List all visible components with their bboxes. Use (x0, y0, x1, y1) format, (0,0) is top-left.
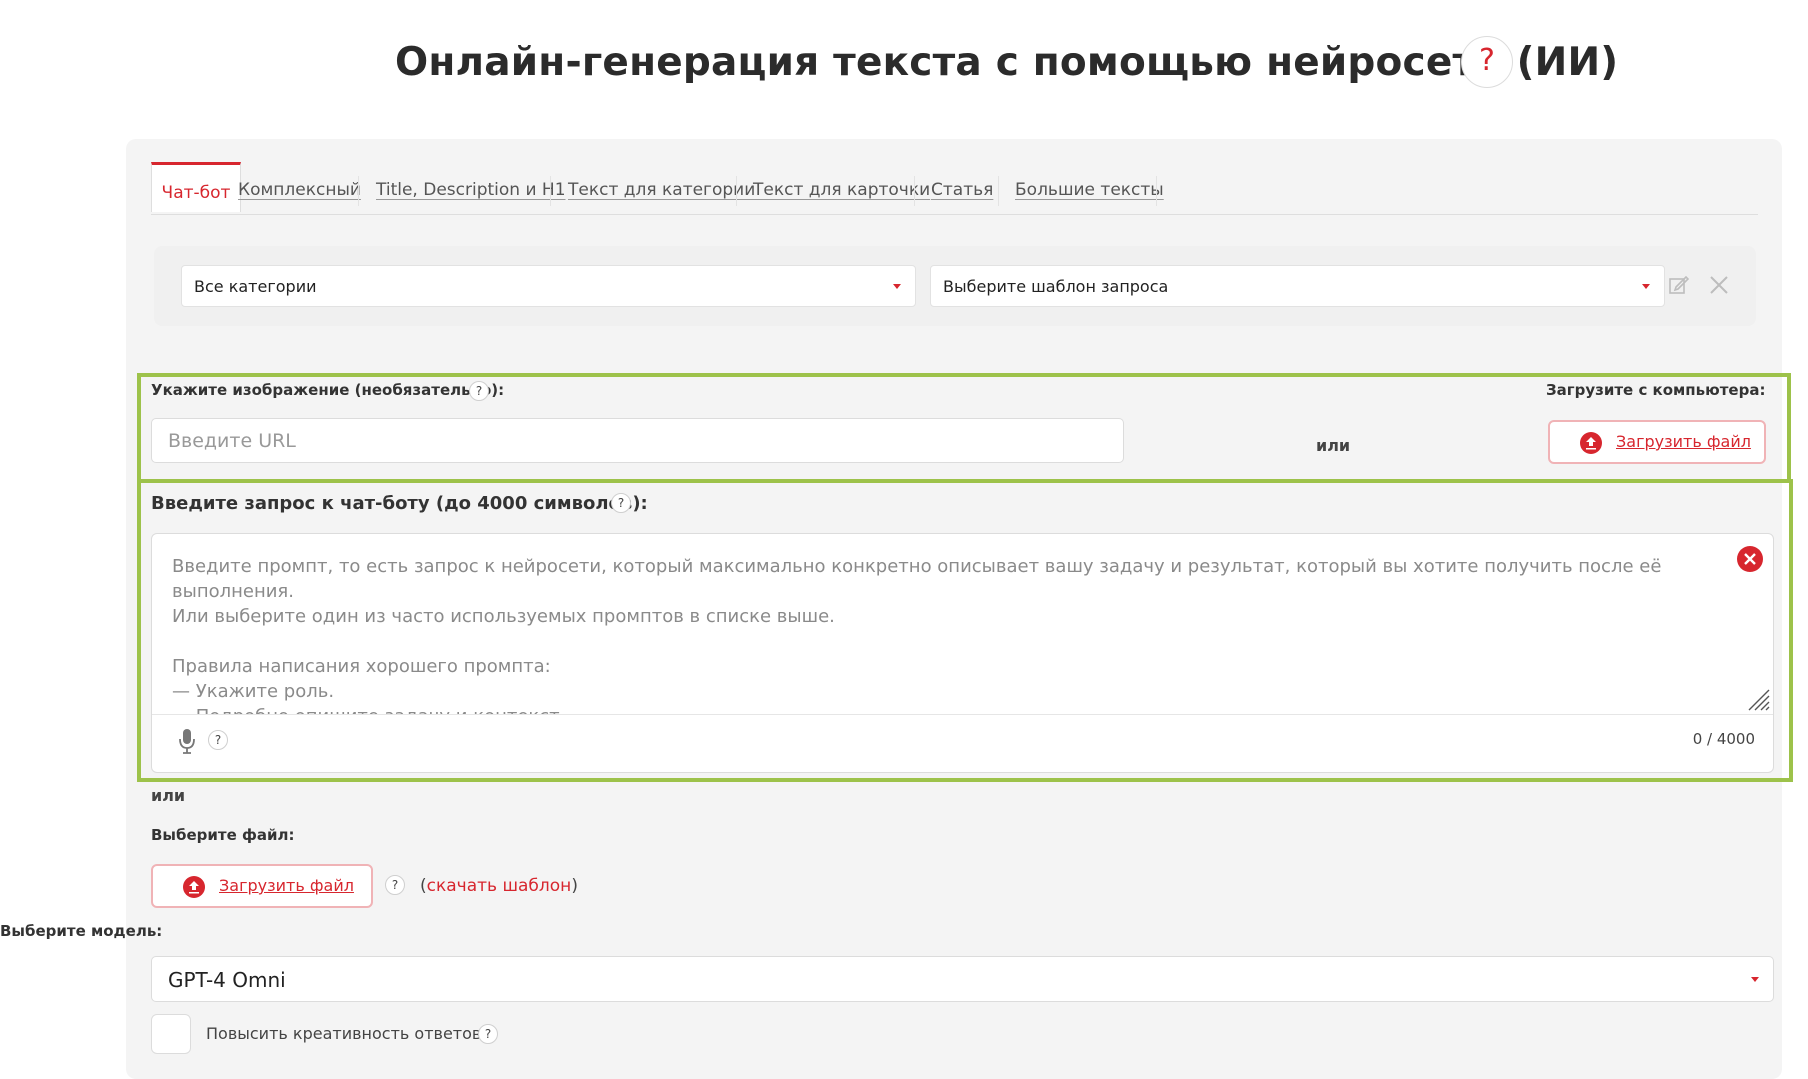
tab-separator (998, 176, 999, 206)
upload-from-computer-label: Загрузите с компьютера: (1546, 381, 1766, 399)
upload-file-button-label: Загрузить файл (219, 876, 354, 895)
download-template: (скачать шаблон) (420, 876, 578, 896)
help-icon[interactable]: ? (469, 381, 489, 401)
page-title: Онлайн-генерация текста с помощью нейрос… (395, 40, 1619, 85)
upload-file-button[interactable]: Загрузить файл (151, 864, 373, 908)
tab-bar: Чат-бот Комплексный Title, Description и… (151, 162, 1758, 215)
paren-close: ) (571, 876, 578, 896)
prompt-label: Введите запрос к чат-боту (до 4000 симво… (151, 493, 648, 514)
image-url-input[interactable] (151, 418, 1124, 463)
tab-separator (358, 176, 359, 206)
tab-title-description-h1[interactable]: Title, Description и H1 (376, 162, 566, 214)
page-header: Онлайн-генерация текста с помощью нейрос… (0, 30, 1808, 90)
creativity-checkbox[interactable] (151, 1014, 191, 1054)
microphone-icon[interactable] (178, 728, 196, 754)
template-select-value: Выберите шаблон запроса (943, 277, 1169, 296)
character-counter: 0 / 4000 (1692, 730, 1755, 748)
tab-large-texts[interactable]: Большие тексты (1015, 162, 1164, 214)
tab-complex[interactable]: Комплексный (238, 162, 361, 214)
tab-article[interactable]: Статья (931, 162, 993, 214)
image-label: Укажите изображение (необязательно): (151, 381, 505, 399)
help-icon[interactable]: ? (1461, 36, 1513, 88)
chevron-down-icon (893, 284, 901, 289)
help-icon[interactable]: ? (208, 730, 228, 750)
upload-image-button-label: Загрузить файл (1616, 432, 1751, 451)
clear-icon[interactable] (1737, 546, 1763, 572)
prompt-placeholder: Введите промпт, то есть запрос к нейросе… (172, 556, 1662, 714)
edit-icon[interactable] (1668, 274, 1690, 296)
help-icon[interactable]: ? (611, 493, 631, 513)
prompt-divider (152, 714, 1773, 715)
or-label: или (1316, 436, 1351, 455)
model-label: Выберите модель: (0, 922, 163, 940)
category-select-value: Все категории (194, 277, 317, 296)
help-icon[interactable]: ? (478, 1024, 498, 1044)
tab-category-text[interactable]: Текст для категории (568, 162, 755, 214)
creativity-label: Повысить креативность ответов (206, 1024, 482, 1043)
download-template-link[interactable]: скачать шаблон (427, 876, 572, 896)
or-label: или (151, 786, 186, 805)
prompt-textarea[interactable]: Введите промпт, то есть запрос к нейросе… (151, 533, 1774, 773)
upload-icon (1580, 432, 1602, 454)
tab-separator (1156, 176, 1157, 206)
chevron-down-icon (1642, 284, 1650, 289)
tab-separator (736, 176, 737, 206)
help-icon[interactable]: ? (385, 875, 405, 895)
tab-card-text[interactable]: Текст для карточки (753, 162, 930, 214)
tab-separator (914, 176, 915, 206)
paren-open: ( (420, 876, 427, 896)
category-select[interactable]: Все категории (181, 265, 916, 307)
close-icon[interactable] (1708, 274, 1730, 296)
template-select[interactable]: Выберите шаблон запроса (930, 265, 1665, 307)
model-select-value: GPT-4 Omni (168, 968, 286, 992)
tab-separator (550, 176, 551, 206)
upload-icon (183, 876, 205, 898)
tab-chatbot[interactable]: Чат-бот (151, 162, 241, 212)
file-label: Выберите файл: (151, 826, 295, 844)
chevron-down-icon (1751, 977, 1759, 982)
upload-image-button[interactable]: Загрузить файл (1548, 420, 1766, 464)
resize-handle-icon[interactable] (1745, 686, 1771, 712)
model-select[interactable]: GPT-4 Omni (151, 956, 1774, 1002)
